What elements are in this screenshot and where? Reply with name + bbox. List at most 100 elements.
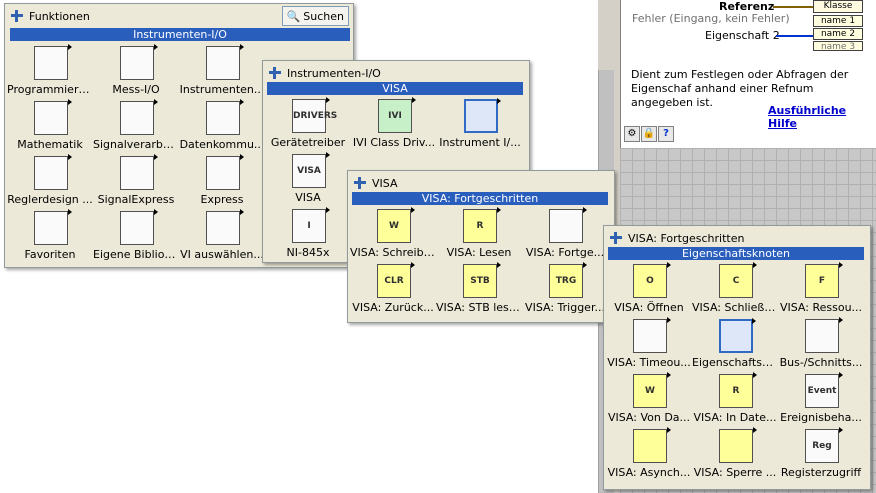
palette-item-glyph (550, 210, 582, 242)
search-button[interactable]: 🔍 Suchen (281, 6, 349, 26)
palette-item[interactable]: TRG VISA: Trigger... (522, 262, 608, 317)
palette-item[interactable]: SignalExpress (93, 154, 179, 209)
palette-item-glyph: TRG (555, 276, 577, 286)
lock-icon[interactable]: 🔒 (641, 126, 657, 142)
palette-item-icon: O (633, 262, 671, 298)
palette-item-glyph (720, 430, 752, 462)
palette-item-glyph (207, 47, 239, 79)
palette-item-icon (633, 317, 671, 353)
palette-item-icon: R (463, 207, 501, 243)
palette-item-glyph: CLR (384, 276, 404, 286)
palette-item-icon (34, 99, 72, 135)
palette-item-label: Registerzugriff (780, 466, 862, 479)
palette-category-bar: Eigenschaftsknoten (608, 247, 864, 260)
question-icon[interactable]: ? (658, 126, 674, 142)
palette-item[interactable]: VISA VISA (265, 152, 351, 207)
palette-item-label: VISA: Timeou... (607, 356, 691, 369)
palette-item-label: Reglerdesign ... (7, 193, 93, 206)
palette-item[interactable]: VI auswählen... (179, 209, 265, 264)
palette-item-label: VISA: Ressou... (779, 301, 863, 314)
palette-item[interactable]: Signalverarbe... (93, 99, 179, 154)
palette-item[interactable]: R VISA: Lesen (436, 207, 522, 262)
palette-item-label: VISA: STB lesen (436, 301, 522, 314)
palette-item[interactable]: VISA: Sperre ... (692, 427, 778, 482)
palette-item-icon: CLR (377, 262, 415, 298)
palette-item[interactable]: O VISA: Öffnen (606, 262, 692, 317)
palette-title: VISA (352, 173, 610, 193)
pin-icon[interactable] (267, 66, 283, 80)
palette-item[interactable]: VISA: Fortge... (522, 207, 608, 262)
palette-item-label: VISA: Zurück... (352, 301, 434, 314)
palette-visa[interactable]: VISA VISA: Fortgeschritten W VISA: Schrei… (347, 170, 615, 323)
node-name2[interactable]: name 2 (813, 28, 863, 40)
palette-item[interactable]: Express (179, 154, 265, 209)
palette-item[interactable]: Programmierung (7, 44, 93, 99)
palette-item[interactable]: CLR VISA: Zurück... (350, 262, 436, 317)
palette-item-label: VISA: Sperre ... (693, 466, 777, 479)
palette-item[interactable]: Mathematik (7, 99, 93, 154)
palette-item[interactable]: Eigenschaftsk... (692, 317, 778, 372)
palette-item-label: Instrumenten... (179, 83, 265, 96)
palette-item-label: SignalExpress (97, 193, 175, 206)
palette-item[interactable]: Reg Registerzugriff (778, 427, 864, 482)
help-toolbar-icon[interactable]: ⚙ (624, 126, 640, 142)
palette-item-glyph (35, 212, 67, 244)
palette-item-icon (120, 44, 158, 80)
palette-item-label: VISA: Schließen (692, 301, 778, 314)
palette-item-glyph: R (476, 221, 484, 231)
palette-item[interactable]: C VISA: Schließen (692, 262, 778, 317)
palette-item-label: Eigene Bibliot... (93, 248, 179, 261)
palette-item-glyph (207, 212, 239, 244)
palette-item-glyph: W (389, 221, 399, 231)
palette-item-icon (206, 154, 244, 190)
palette-item[interactable]: VISA: Timeou... (606, 317, 692, 372)
palette-item-label: Programmierung (7, 83, 93, 96)
palette-item-icon (464, 98, 501, 133)
palette-item-glyph: C (732, 276, 740, 286)
wire-referenz (773, 6, 813, 8)
palette-item[interactable]: Mess-I/O (93, 44, 179, 99)
palette-title: VISA: Fortgeschritten (608, 228, 866, 248)
palette-visa-fortgeschritten[interactable]: VISA: Fortgeschritten Eigenschaftsknoten… (603, 225, 871, 490)
palette-item-glyph: Reg (812, 441, 832, 451)
palette-item[interactable]: Favoriten (7, 209, 93, 264)
palette-item-glyph: VISA (297, 166, 321, 176)
palette-item-label: VI auswählen... (180, 248, 264, 261)
pin-icon[interactable] (352, 176, 368, 190)
palette-item-glyph (721, 321, 751, 351)
palette-item[interactable]: Instrument I/... (437, 97, 523, 152)
palette-item[interactable]: Datenkommu... (179, 99, 265, 154)
palette-item[interactable]: F VISA: Ressou... (778, 262, 864, 317)
palette-item[interactable]: STB VISA: STB lesen (436, 262, 522, 317)
palette-item[interactable]: Reglerdesign ... (7, 154, 93, 209)
palette-item[interactable]: Event Ereignisbeha... (778, 372, 864, 427)
palette-item[interactable]: W VISA: Schreiben (350, 207, 436, 262)
palette-item-glyph: W (645, 386, 655, 396)
palette-item[interactable]: I NI-845x (265, 207, 351, 262)
palette-item-label: VISA (295, 191, 321, 204)
help-toolbar: ⚙ 🔒 ? (624, 126, 674, 142)
palette-item[interactable]: DRIVERS Gerätetreiber (265, 97, 351, 152)
palette-item[interactable]: IVI IVI Class Driv... (351, 97, 437, 152)
node-name3[interactable]: name 3 (813, 41, 863, 52)
pin-icon[interactable] (9, 9, 25, 23)
pin-icon[interactable] (608, 231, 624, 245)
palette-item-glyph: O (646, 276, 654, 286)
palette-item-label: Instrument I/... (439, 136, 521, 149)
node-name1[interactable]: name 1 (813, 15, 863, 27)
palette-item[interactable]: R VISA: In Date... (692, 372, 778, 427)
palette-item-icon: STB (463, 262, 501, 298)
help-link[interactable]: Ausführliche Hilfe (768, 104, 876, 130)
palette-item-glyph (207, 157, 239, 189)
palette-item[interactable]: VISA: Asynch... (606, 427, 692, 482)
palette-item-icon: I (292, 207, 330, 243)
node-klasse[interactable]: Klasse (813, 0, 863, 13)
palette-item[interactable]: Eigene Bibliot... (93, 209, 179, 264)
palette-item[interactable]: Instrumenten... (179, 44, 265, 99)
palette-item-glyph: F (818, 276, 826, 286)
palette-item[interactable]: Bus-/Schnitts... (778, 317, 864, 372)
palette-item-icon: TRG (549, 262, 587, 298)
palette-item-icon (34, 209, 72, 245)
palette-item-icon: VISA (292, 152, 330, 188)
palette-item[interactable]: W VISA: Von Da... (606, 372, 692, 427)
